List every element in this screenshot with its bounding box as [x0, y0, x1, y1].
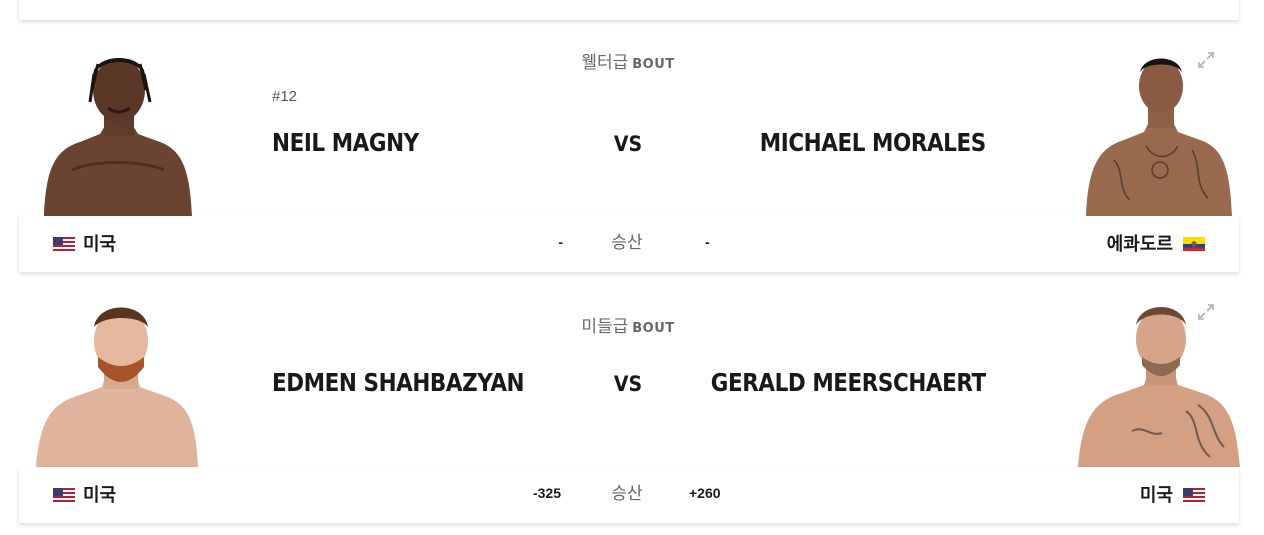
fighter-name-left[interactable]: NEIL MAGNY	[272, 128, 419, 157]
fighter-photo-left[interactable]	[32, 301, 202, 467]
us-flag-icon	[1183, 488, 1205, 502]
ecuador-flag-icon	[1183, 237, 1205, 251]
fighter-photo-left[interactable]	[32, 50, 202, 216]
fighter-rank-left: #12	[272, 88, 298, 105]
fighter-name-right[interactable]: GERALD MEERSCHAERT	[711, 368, 986, 397]
bout-info-bar-1: 미국 - 승산 - 에콰도르	[19, 216, 1239, 272]
us-flag-icon	[53, 237, 75, 251]
previous-bout-card	[19, 0, 1239, 20]
odds-label: 승산	[611, 233, 643, 253]
odds-left: -325	[532, 485, 561, 501]
fighter-country-left: 미국	[83, 234, 117, 255]
weight-class-text: 웰터급	[581, 53, 629, 73]
bout-word: BOUT	[632, 57, 675, 72]
odds-left: -	[558, 234, 563, 250]
bout-word: BOUT	[632, 321, 675, 336]
fighter-country-right: 에콰도르	[1106, 234, 1173, 255]
vs-label: VS	[613, 132, 643, 156]
fighter-name-left[interactable]: EDMEN SHAHBAZYAN	[272, 368, 525, 397]
odds-right: -	[705, 234, 710, 250]
us-flag-icon	[53, 488, 75, 502]
fighter-country-right: 미국	[1139, 485, 1173, 506]
fighter-country-left: 미국	[83, 485, 117, 506]
weight-class-text: 미들급	[581, 317, 629, 337]
fighter-name-right[interactable]: MICHAEL MORALES	[760, 128, 986, 157]
fighter-photo-right[interactable]	[1074, 50, 1244, 216]
fighter-photo-right[interactable]	[1074, 301, 1244, 467]
bout-info-bar-2: 미국 -325 승산 +260 미국	[19, 467, 1239, 523]
odds-right: +260	[689, 485, 721, 501]
odds-label: 승산	[611, 484, 643, 504]
vs-label: VS	[613, 372, 643, 396]
